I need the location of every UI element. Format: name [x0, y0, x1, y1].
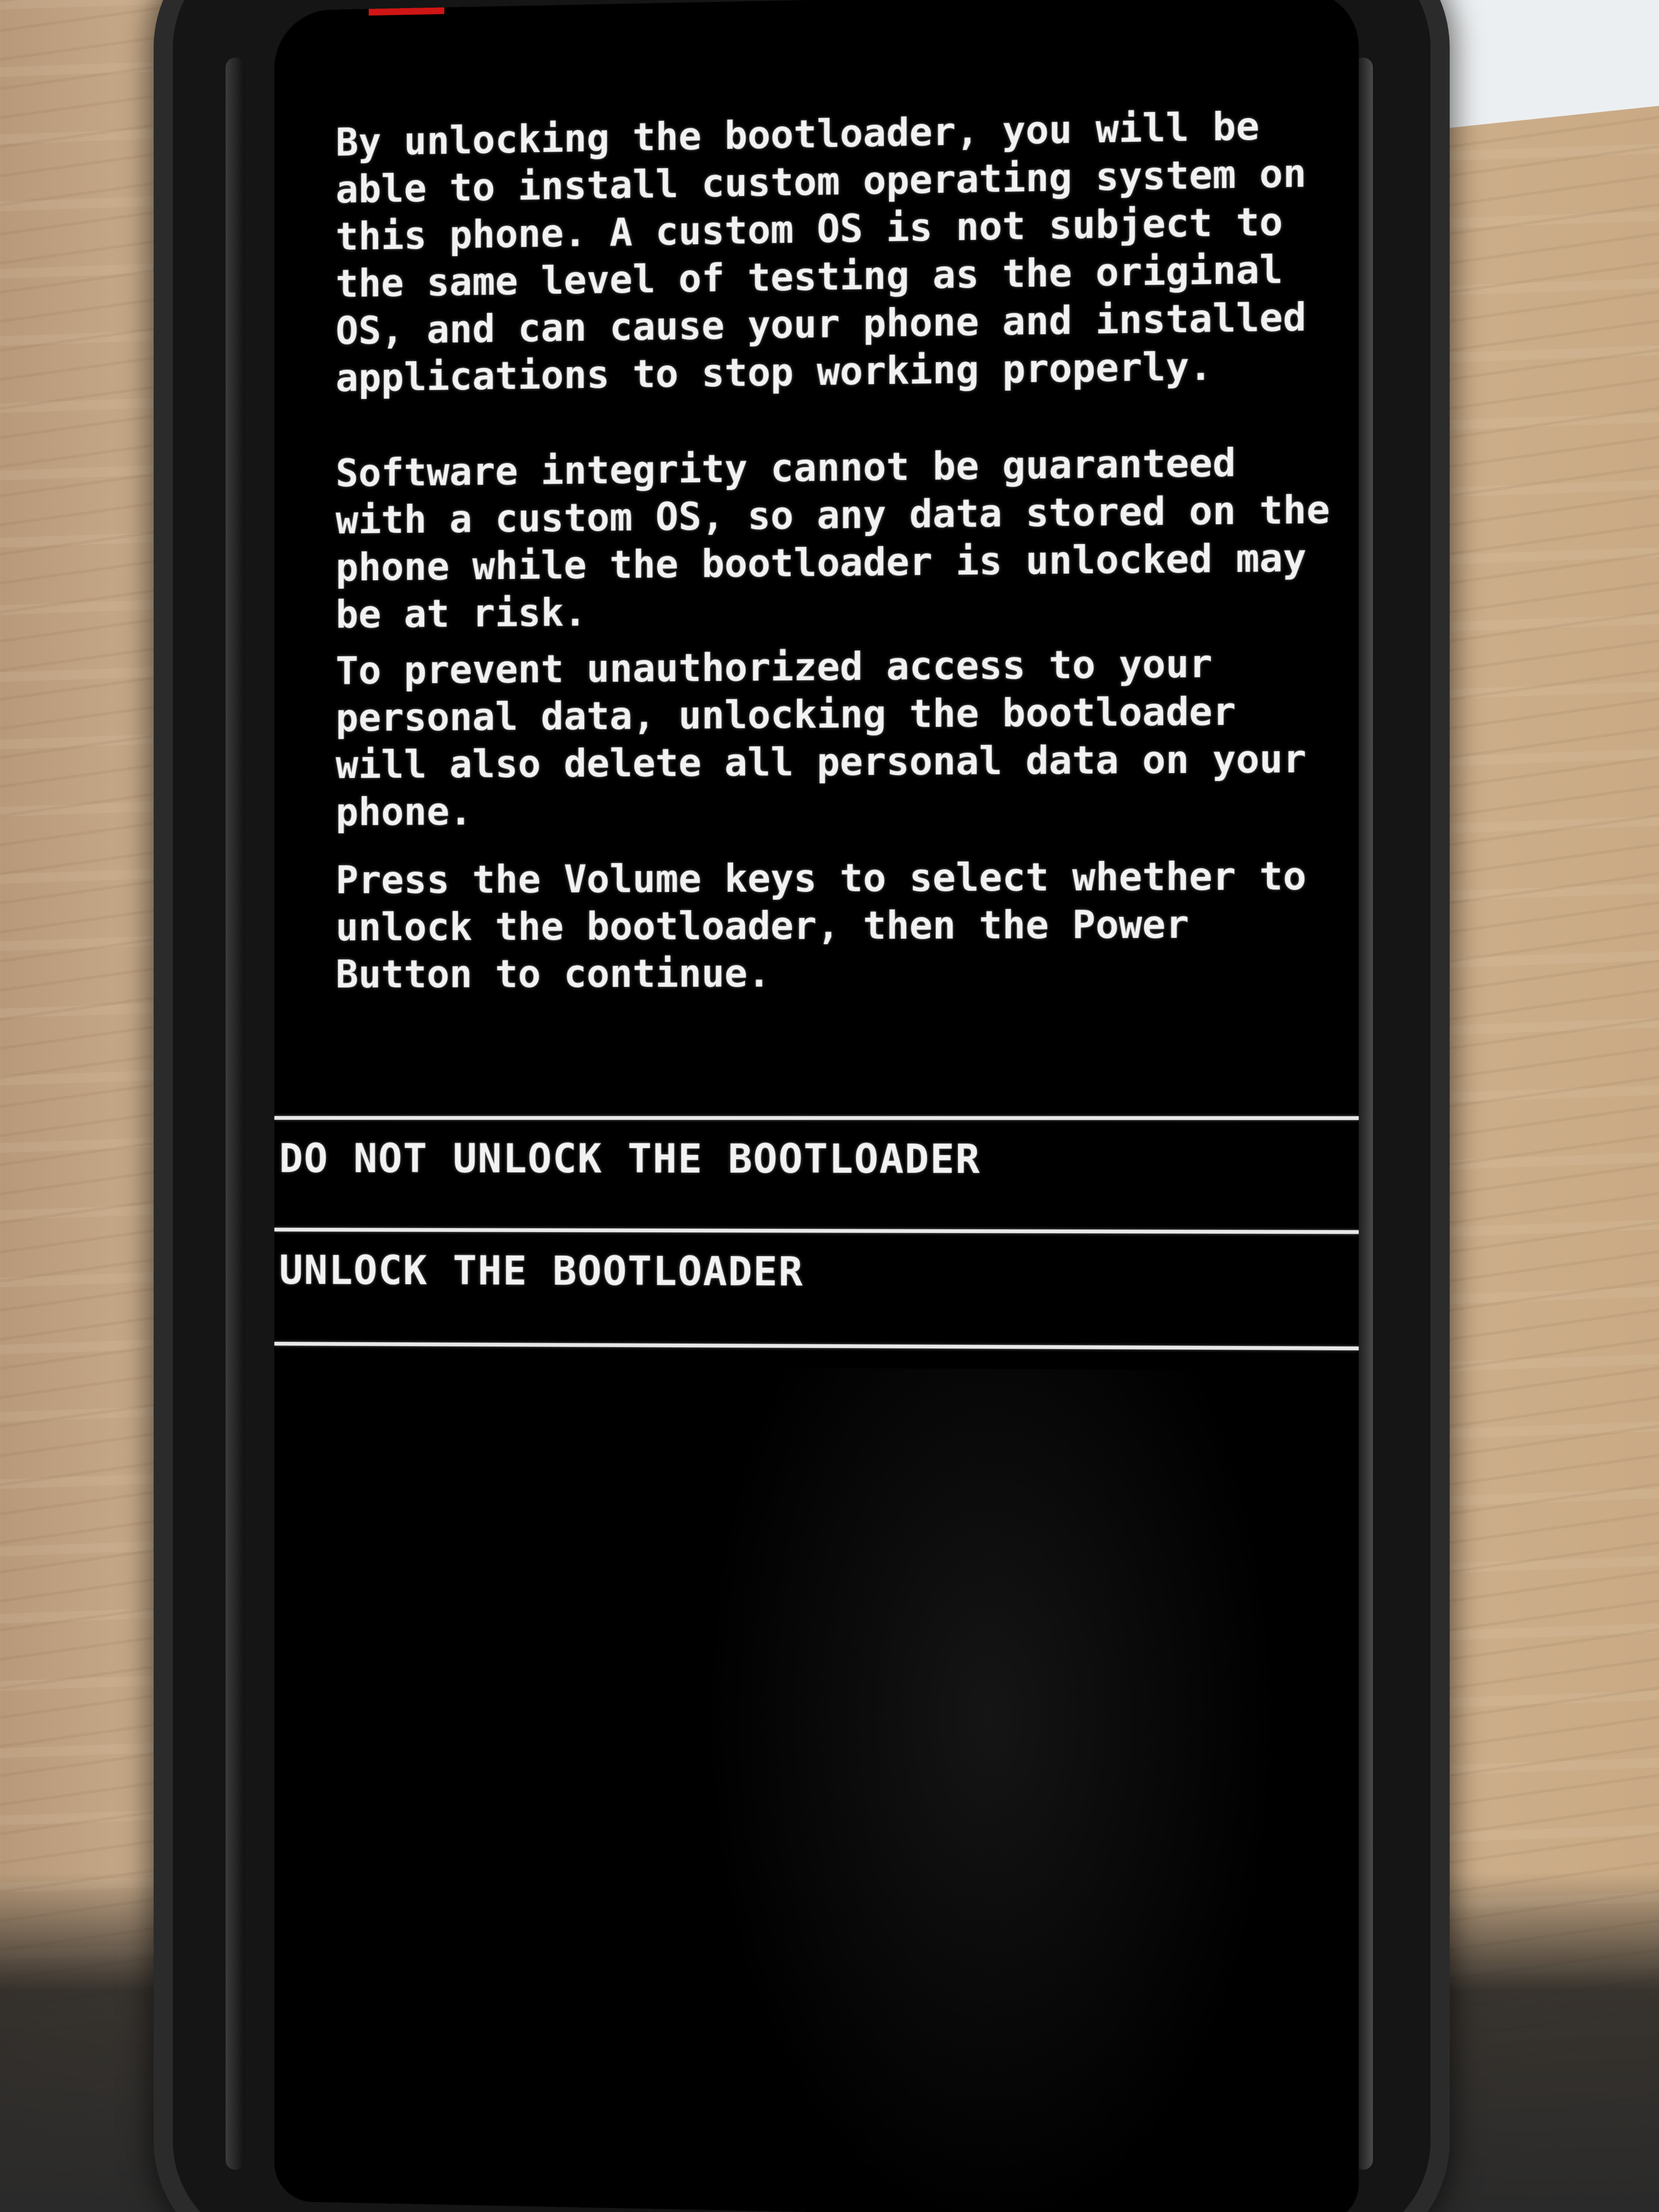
menu-divider	[274, 1227, 1359, 1234]
phone-edge-left	[226, 58, 245, 2170]
status-indicator	[369, 7, 445, 16]
option-do-not-unlock[interactable]: DO NOT UNLOCK THE BOOTLOADER	[279, 1135, 981, 1182]
menu-divider	[274, 1116, 1359, 1120]
instructions-paragraph: Press the Volume keys to select whether …	[336, 854, 1330, 997]
warning-paragraph-data-deletion: To prevent unauthorized access to your p…	[336, 641, 1330, 834]
bootloader-screen: By unlocking the bootloader, you will be…	[274, 0, 1359, 2212]
option-unlock[interactable]: UNLOCK THE BOOTLOADER	[279, 1247, 804, 1295]
menu-divider	[274, 1342, 1359, 1351]
warning-paragraph-integrity: Software integrity cannot be guaranteed …	[336, 440, 1354, 637]
screen-reflection	[701, 1367, 1281, 2212]
warning-paragraph-custom-os: By unlocking the bootloader, you will be…	[336, 103, 1330, 400]
